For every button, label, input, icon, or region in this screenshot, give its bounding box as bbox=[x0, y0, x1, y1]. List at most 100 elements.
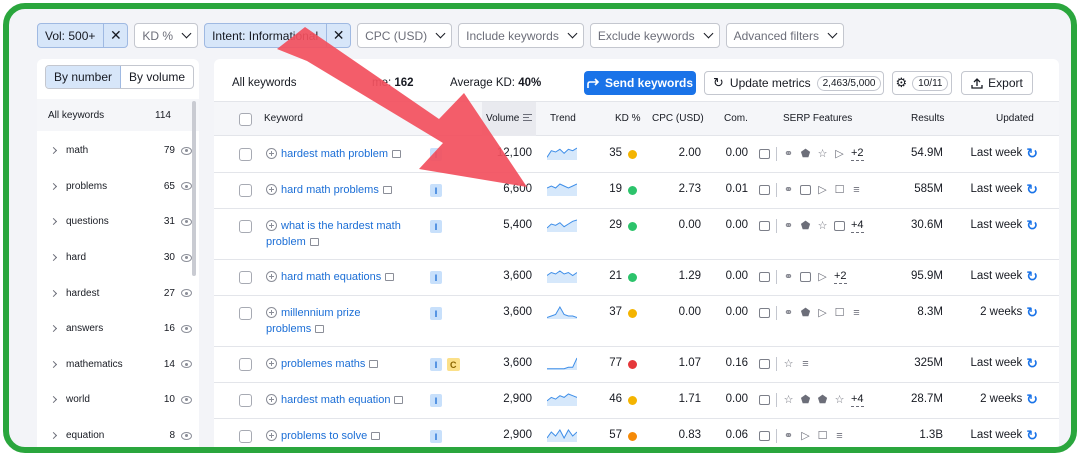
add-to-list-icon[interactable] bbox=[266, 148, 277, 159]
keyword-link[interactable]: problemes maths bbox=[266, 356, 416, 372]
select-all-checkbox[interactable] bbox=[239, 113, 252, 126]
row-checkbox[interactable] bbox=[239, 358, 252, 371]
more-serp-features[interactable]: +4 bbox=[851, 219, 864, 233]
add-to-list-icon[interactable] bbox=[266, 394, 277, 405]
eye-icon[interactable] bbox=[181, 182, 192, 191]
group-item[interactable]: world 10 bbox=[37, 382, 192, 418]
group-item[interactable]: questions 31 bbox=[37, 204, 192, 240]
by-number-tab[interactable]: By number bbox=[46, 66, 122, 88]
col-serp-features[interactable]: SERP Features bbox=[783, 113, 852, 124]
row-checkbox[interactable] bbox=[239, 271, 252, 284]
refresh-icon[interactable]: ↻ bbox=[1026, 182, 1038, 196]
filter-chip-2[interactable]: Intent: Informational ✕ bbox=[204, 23, 352, 48]
filter-chip-3[interactable]: CPC (USD) bbox=[357, 23, 453, 48]
filter-chip-5[interactable]: Exclude keywords bbox=[589, 23, 720, 48]
add-to-list-icon[interactable] bbox=[266, 358, 277, 369]
serp-snapshot-icon[interactable] bbox=[309, 238, 319, 246]
groups-scrollbar[interactable] bbox=[192, 101, 196, 276]
more-serp-features[interactable]: +2 bbox=[834, 270, 847, 284]
table-row[interactable]: problems to solve I 2,900 57 0.83 0.06 ⚭ ▷ ☐ ≡ 1.3… bbox=[214, 419, 1059, 447]
row-checkbox[interactable] bbox=[239, 394, 252, 407]
by-volume-tab[interactable]: By volume bbox=[121, 66, 193, 88]
table-row[interactable]: hard math equations I 3,600 21 1.29 0.00 ⚭ ▷ +2 9… bbox=[214, 260, 1059, 296]
filter-chip-0[interactable]: Vol: 500+ ✕ bbox=[37, 23, 129, 48]
eye-icon[interactable] bbox=[181, 324, 192, 333]
group-item[interactable]: answers 16 bbox=[37, 311, 192, 347]
row-checkbox[interactable] bbox=[239, 430, 252, 443]
group-item[interactable]: mathematics 14 bbox=[37, 347, 192, 383]
group-item[interactable]: math 79 bbox=[37, 133, 192, 169]
eye-icon[interactable] bbox=[181, 146, 192, 155]
eye-icon[interactable] bbox=[181, 431, 192, 440]
col-cpc[interactable]: CPC (USD) bbox=[652, 113, 704, 124]
filter-chip-1[interactable]: KD % bbox=[134, 23, 199, 48]
table-row[interactable]: problemes maths I C 3,600 77 1.07 0.16 ☆ ≡ 325M La… bbox=[214, 347, 1059, 383]
all-keywords-group[interactable]: All keywords 114 bbox=[37, 99, 199, 131]
col-trend[interactable]: Trend bbox=[550, 113, 576, 124]
serp-snapshot-icon[interactable] bbox=[371, 432, 381, 440]
filter-chip-6[interactable]: Advanced filters bbox=[725, 23, 844, 48]
kd-value: 29 bbox=[609, 219, 622, 231]
refresh-icon[interactable]: ↻ bbox=[1026, 428, 1038, 442]
col-volume[interactable]: Volume bbox=[482, 102, 537, 136]
add-to-list-icon[interactable] bbox=[266, 271, 277, 282]
row-checkbox[interactable] bbox=[239, 148, 252, 161]
table-row[interactable]: what is the hardest math problem I 5,400 29 0… bbox=[214, 209, 1059, 260]
send-keywords-button[interactable]: Send keywords bbox=[584, 71, 696, 95]
serp-snapshot-icon[interactable] bbox=[382, 186, 392, 194]
table-row[interactable]: hardest math equation I 2,900 46 1.71 0.00 ☆ ⬟ ⬟… bbox=[214, 383, 1059, 419]
refresh-icon[interactable]: ↻ bbox=[1026, 305, 1038, 319]
keyword-link[interactable]: problems to solve bbox=[266, 428, 416, 444]
refresh-icon[interactable]: ↻ bbox=[1026, 146, 1038, 160]
keyword-link[interactable]: millennium prize problems bbox=[266, 305, 416, 337]
col-updated[interactable]: Updated bbox=[996, 113, 1034, 124]
column-settings-button[interactable]: ⚙ 10/11 bbox=[892, 71, 952, 95]
add-to-list-icon[interactable] bbox=[266, 307, 277, 318]
keyword-link[interactable]: what is the hardest math problem bbox=[266, 218, 416, 250]
add-to-list-icon[interactable] bbox=[266, 184, 277, 195]
add-to-list-icon[interactable] bbox=[266, 220, 277, 231]
col-keyword[interactable]: Keyword bbox=[264, 113, 303, 124]
keyword-link[interactable]: hardest math problem bbox=[266, 146, 416, 162]
group-item[interactable]: hard 30 bbox=[37, 240, 192, 276]
keyword-link[interactable]: hard math problems bbox=[266, 182, 416, 198]
remove-filter-icon[interactable]: ✕ bbox=[326, 24, 350, 47]
eye-icon[interactable] bbox=[181, 253, 192, 262]
export-button[interactable]: Export bbox=[961, 71, 1033, 95]
group-item[interactable]: problems 65 bbox=[37, 169, 192, 205]
serp-snapshot-icon[interactable] bbox=[392, 150, 401, 158]
refresh-icon: ↻ bbox=[713, 75, 724, 90]
refresh-icon[interactable]: ↻ bbox=[1026, 218, 1038, 232]
group-item[interactable]: equation 8 bbox=[37, 418, 192, 447]
row-checkbox[interactable] bbox=[239, 307, 252, 320]
eye-icon[interactable] bbox=[181, 360, 192, 369]
refresh-icon[interactable]: ↻ bbox=[1026, 269, 1038, 283]
table-row[interactable]: hard math problems I 6,600 19 2.73 0.01 ⚭ ▷ ☐ ≡ 58… bbox=[214, 173, 1059, 209]
serp-snapshot-icon[interactable] bbox=[394, 396, 404, 404]
eye-icon[interactable] bbox=[181, 217, 192, 226]
row-checkbox[interactable] bbox=[239, 184, 252, 197]
keyword-link[interactable]: hard math equations bbox=[266, 269, 416, 285]
filter-chip-4[interactable]: Include keywords bbox=[458, 23, 584, 48]
refresh-icon[interactable]: ↻ bbox=[1026, 356, 1038, 370]
refresh-icon[interactable]: ↻ bbox=[1026, 392, 1038, 406]
keyword-link[interactable]: hardest math equation bbox=[266, 392, 416, 408]
table-row[interactable]: hardest math problem I 12,100 35 2.00 0.00 ⚭ ⬟ ☆… bbox=[214, 137, 1059, 173]
serp-snapshot-icon[interactable] bbox=[369, 360, 379, 368]
eye-icon[interactable] bbox=[181, 289, 192, 298]
kd-value: 37 bbox=[609, 306, 622, 318]
eye-icon[interactable] bbox=[181, 395, 192, 404]
group-item[interactable]: hardest 27 bbox=[37, 275, 192, 311]
row-checkbox[interactable] bbox=[239, 220, 252, 233]
col-results[interactable]: Results bbox=[911, 113, 944, 124]
col-com[interactable]: Com. bbox=[724, 113, 748, 124]
table-row[interactable]: millennium prize problems I 3,600 37 0.00 0.00… bbox=[214, 296, 1059, 347]
serp-snapshot-icon[interactable] bbox=[315, 325, 325, 333]
serp-snapshot-icon[interactable] bbox=[385, 273, 395, 281]
add-to-list-icon[interactable] bbox=[266, 430, 277, 441]
more-serp-features[interactable]: +2 bbox=[851, 147, 864, 161]
remove-filter-icon[interactable]: ✕ bbox=[103, 24, 127, 47]
update-metrics-button[interactable]: ↻ Update metrics 2,463/5,000 bbox=[704, 71, 884, 95]
col-kd[interactable]: KD % bbox=[615, 113, 641, 124]
more-serp-features[interactable]: +4 bbox=[851, 393, 864, 407]
